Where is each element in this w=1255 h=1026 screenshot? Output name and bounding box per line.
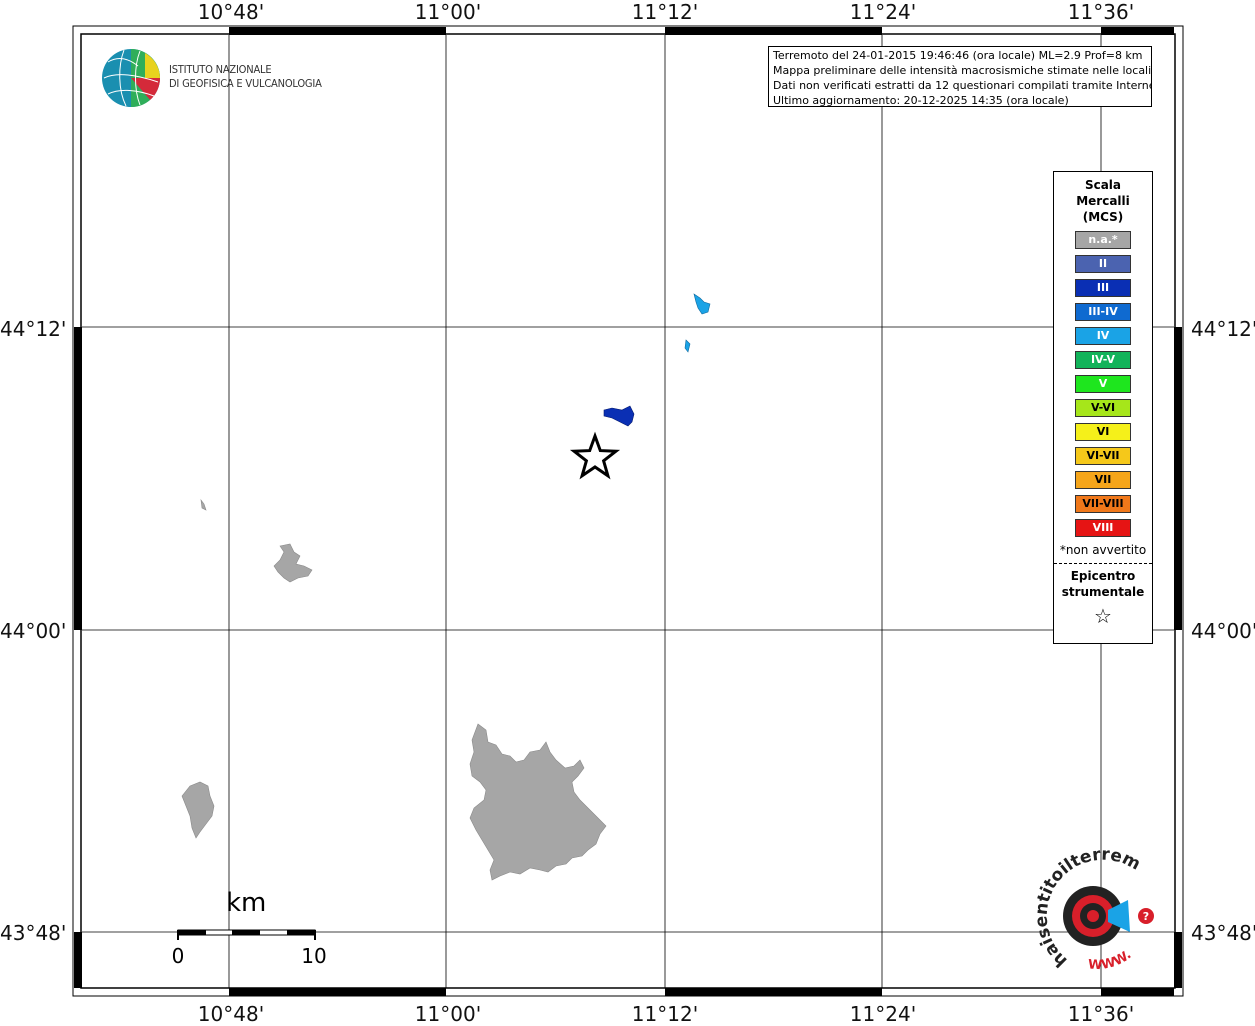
- event-info-line3: Dati non verificati estratti da 12 quest…: [773, 79, 1152, 92]
- ingv-logo-line2: DI GEOFISICA E VULCANOLOGIA: [169, 77, 322, 90]
- lat-label-right-1: 44°12': [1191, 317, 1255, 341]
- lon-label-top-1: 10°48': [197, 0, 265, 24]
- legend-swatch: VI: [1075, 423, 1131, 441]
- ingv-logo-icon: [102, 49, 161, 108]
- ingv-logo-text: ISTITUTO NAZIONALE DI GEOFISICA E VULCAN…: [169, 63, 322, 91]
- legend-swatch: V: [1075, 375, 1131, 393]
- event-info-line4: Ultimo aggiornamento: 20-12-2025 14:35 (…: [773, 94, 1069, 107]
- event-info-box: Terremoto del 24-01-2015 19:46:46 (ora l…: [768, 46, 1152, 107]
- legend-title-line1: Scala: [1084, 178, 1122, 192]
- legend-swatch: II: [1075, 255, 1131, 273]
- legend-swatch: IV-V: [1075, 351, 1131, 369]
- legend-swatch: VI-VII: [1075, 447, 1131, 465]
- legend-title: Scala Mercalli (MCS): [1054, 177, 1152, 225]
- lat-label-right-3: 43°48': [1191, 921, 1255, 945]
- legend-note: *non avvertito: [1059, 543, 1147, 557]
- scale-min-label: 0: [171, 944, 185, 968]
- lat-label-left-2: 44°00': [0, 619, 67, 643]
- legend-title-line2: Mercalli: [1076, 194, 1130, 208]
- legend-swatch: III-IV: [1075, 303, 1131, 321]
- legend-title-line3: (MCS): [1082, 210, 1124, 224]
- legend-epicenter-line2: strumentale: [1061, 585, 1145, 599]
- legend-epicenter-label: Epicentro strumentale: [1054, 568, 1152, 600]
- ingv-logo-line1: ISTITUTO NAZIONALE: [169, 63, 272, 76]
- legend-swatch: VIII: [1075, 519, 1131, 537]
- frame-border-bottom: [229, 988, 1174, 996]
- event-info-line1: Terremoto del 24-01-2015 19:46:46 (ora l…: [773, 49, 1143, 62]
- lon-label-bottom-1: 10°48': [197, 1002, 265, 1026]
- lat-label-left-1: 44°12': [0, 317, 67, 341]
- intensity-legend: Scala Mercalli (MCS) n.a.* II III III-IV IV I…: [1053, 171, 1153, 644]
- lon-label-bottom-5: 11°36': [1067, 1002, 1135, 1026]
- legend-swatches: n.a.* II III III-IV IV IV-V V V-VI VI VI-VII VII VI…: [1054, 231, 1152, 537]
- lon-label-bottom-4: 11°24': [849, 1002, 917, 1026]
- lon-label-top-3: 11°12': [631, 0, 699, 24]
- legend-epicenter-line1: Epicentro: [1070, 569, 1136, 583]
- legend-star-icon: ☆: [1094, 604, 1112, 628]
- legend-swatch: n.a.*: [1075, 231, 1131, 249]
- lon-label-top-2: 11°00': [414, 0, 482, 24]
- event-info-line2: Mappa preliminare delle intensità macros…: [773, 64, 1152, 77]
- scale-unit: km: [226, 888, 267, 918]
- lat-label-left-3: 43°48': [0, 921, 67, 945]
- legend-swatch: III: [1075, 279, 1131, 297]
- legend-swatch: IV: [1075, 327, 1131, 345]
- lat-label-right-2: 44°00': [1191, 619, 1255, 643]
- svg-text:?: ?: [1143, 910, 1149, 923]
- legend-swatch: V-VI: [1075, 399, 1131, 417]
- legend-divider: [1054, 563, 1152, 564]
- lon-label-bottom-2: 11°00': [414, 1002, 482, 1026]
- lon-label-top-4: 11°24': [849, 0, 917, 24]
- legend-swatch: VII-VIII: [1075, 495, 1131, 513]
- scale-max-label: 10: [301, 944, 327, 968]
- lon-label-bottom-3: 11°12': [631, 1002, 699, 1026]
- lon-label-top-5: 11°36': [1067, 0, 1135, 24]
- legend-swatch: VII: [1075, 471, 1131, 489]
